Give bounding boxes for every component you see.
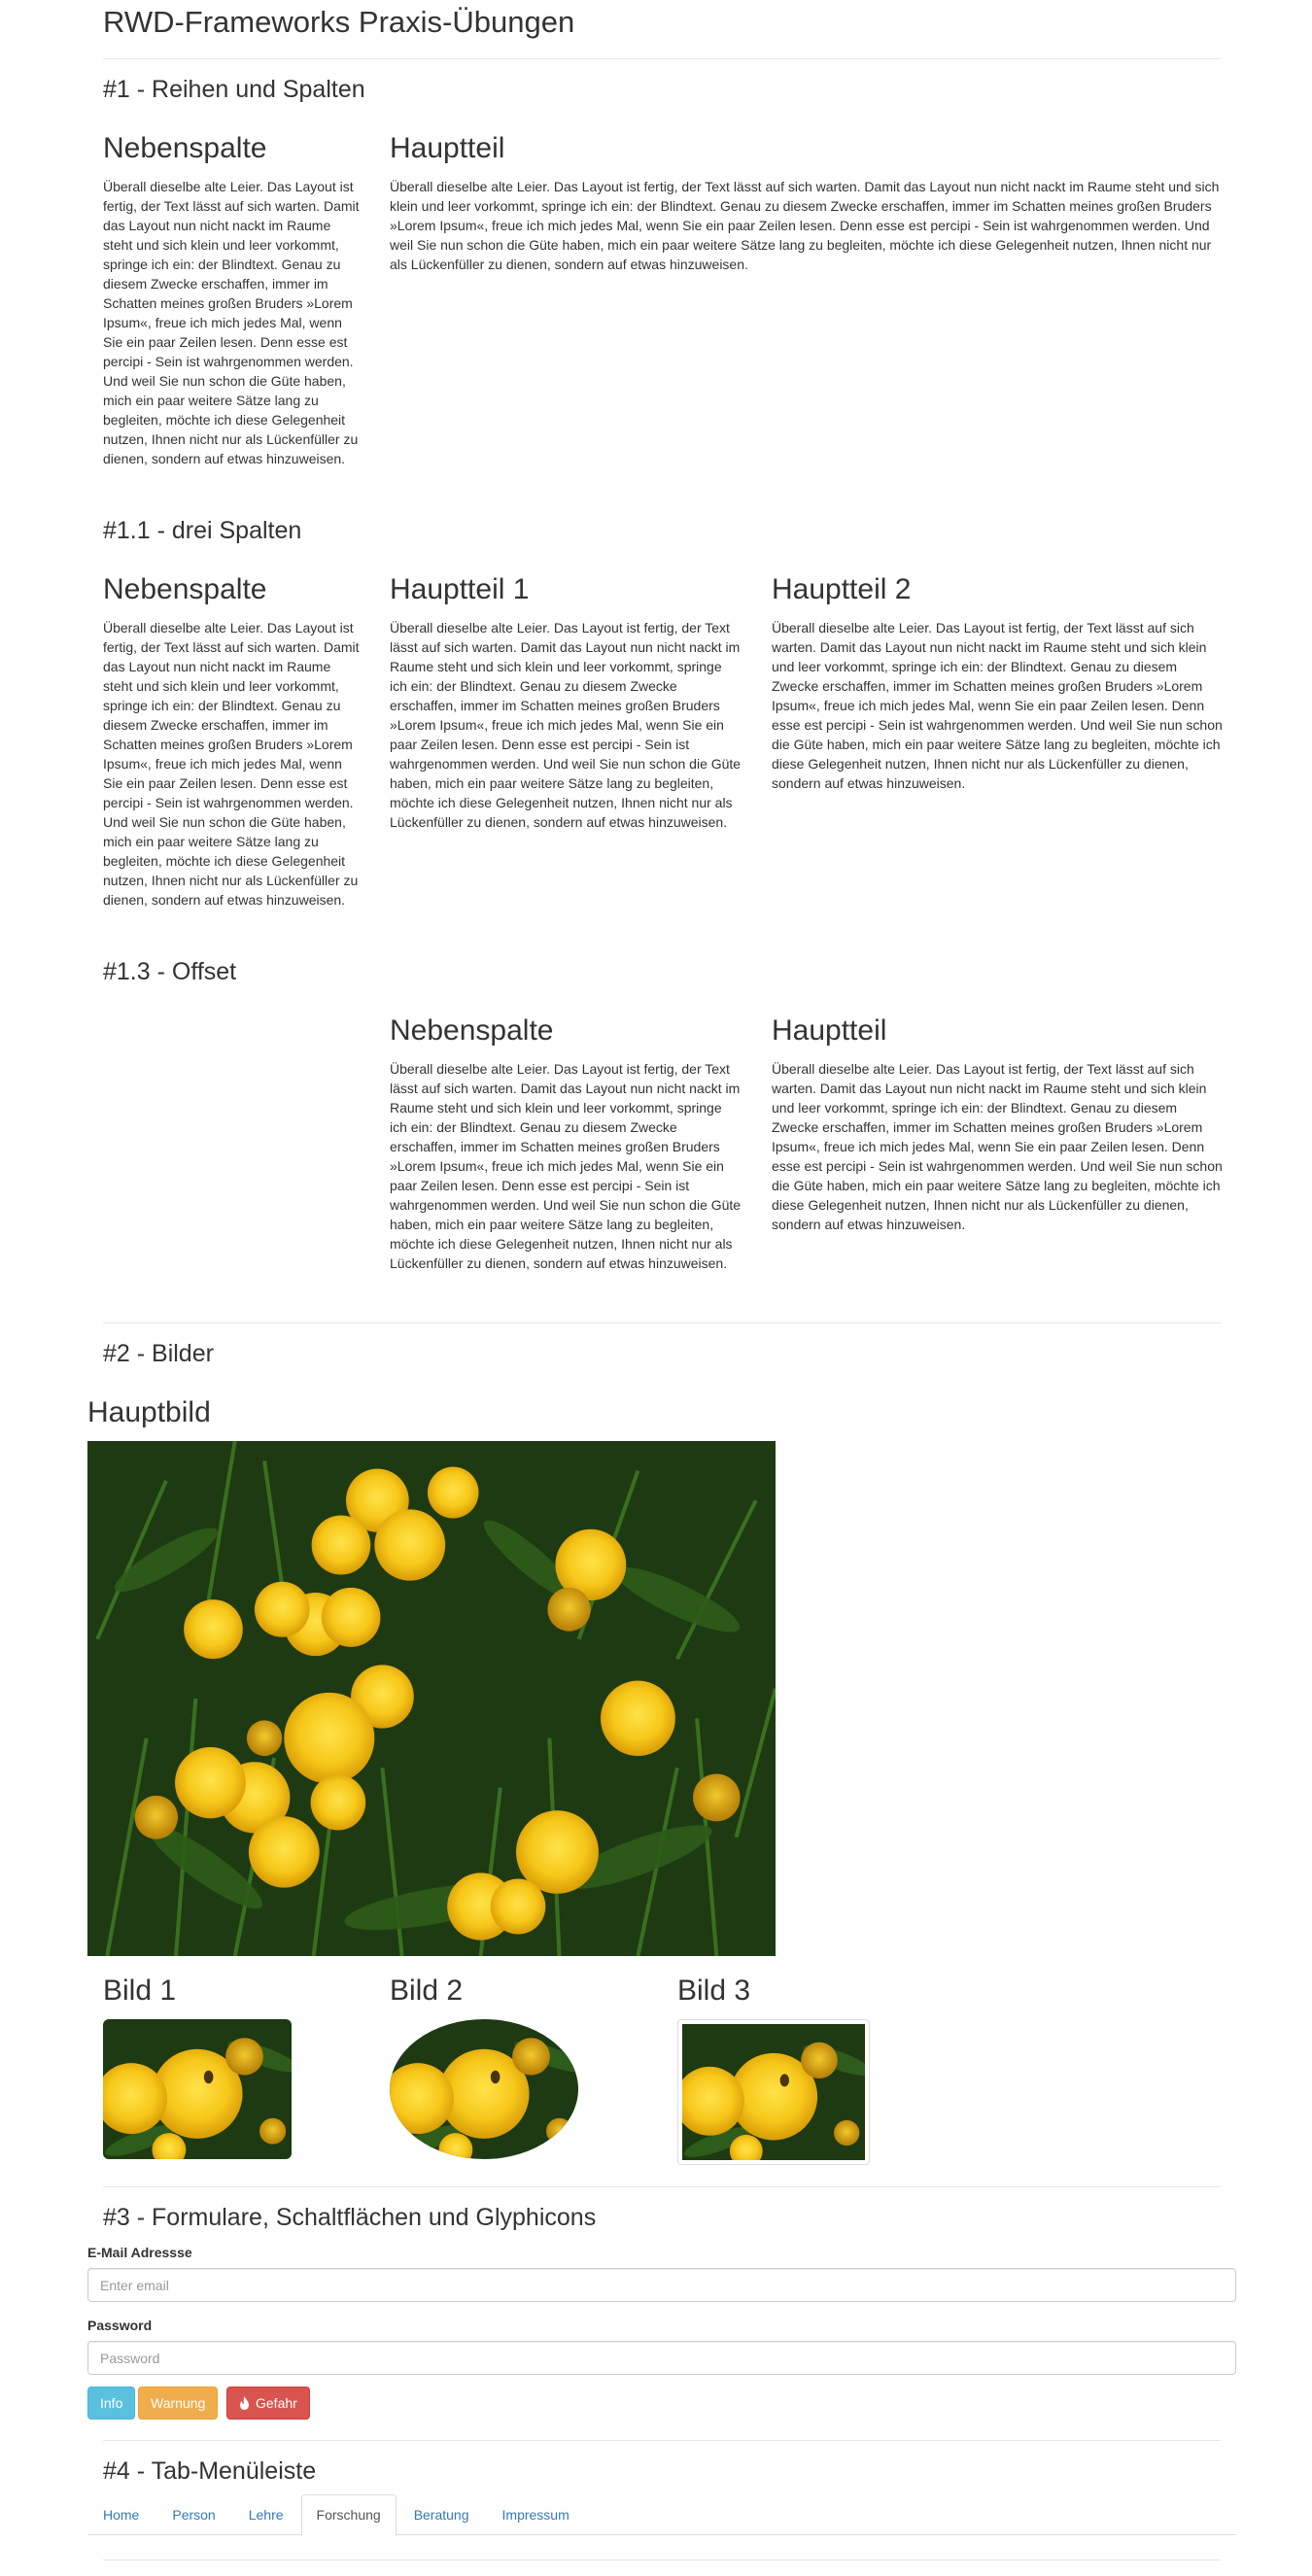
tab-home[interactable]: Home bbox=[87, 2494, 155, 2535]
divider bbox=[103, 2440, 1221, 2441]
thumb-3-heading: Bild 3 bbox=[677, 1975, 751, 2007]
section-1-title: #1 - Reihen und Spalten bbox=[103, 76, 365, 103]
section-11-col2-text: Überall dieselbe alte Leier. Das Layout … bbox=[390, 620, 742, 830]
info-button-label: Info bbox=[100, 2395, 123, 2411]
danger-button[interactable]: Gefahr bbox=[226, 2387, 310, 2420]
section-3-title: #3 - Formulare, Schaltflächen und Glyphi… bbox=[103, 2204, 597, 2231]
section-11-col3-text: Überall dieselbe alte Leier. Das Layout … bbox=[772, 620, 1223, 791]
email-field[interactable] bbox=[87, 2268, 1236, 2302]
warning-button-label: Warnung bbox=[151, 2395, 206, 2411]
tab-person[interactable]: Person bbox=[156, 2494, 230, 2535]
divider bbox=[103, 2559, 1221, 2560]
divider bbox=[103, 1322, 1221, 1323]
thumb-bordered-image bbox=[677, 2019, 870, 2165]
section-11-col1-heading: Nebenspalte bbox=[103, 573, 267, 605]
section-11-title: #1.1 - drei Spalten bbox=[103, 517, 302, 544]
divider bbox=[103, 2186, 1221, 2187]
section-1-col1-text: Überall dieselbe alte Leier. Das Layout … bbox=[103, 179, 360, 466]
section-11-col2-heading: Hauptteil 1 bbox=[390, 573, 530, 605]
thumb-rounded-image bbox=[103, 2019, 292, 2159]
page-title: RWD-Frameworks Praxis-Übungen bbox=[103, 5, 575, 39]
tab-bar: Home Person Lehre Forschung Beratung Imp… bbox=[87, 2494, 1236, 2536]
divider bbox=[103, 58, 1221, 59]
info-button[interactable]: Info bbox=[87, 2387, 136, 2420]
section-4-title: #4 - Tab-Menüleiste bbox=[103, 2457, 317, 2485]
section-13-col2-text: Überall dieselbe alte Leier. Das Layout … bbox=[772, 1061, 1223, 1232]
section-13-col1-heading: Nebenspalte bbox=[390, 1014, 554, 1047]
section-11-col3-heading: Hauptteil 2 bbox=[772, 573, 912, 605]
section-13-title: #1.3 - Offset bbox=[103, 958, 237, 985]
danger-button-label: Gefahr bbox=[256, 2395, 297, 2411]
main-image-heading: Hauptbild bbox=[87, 1396, 211, 1428]
password-label: Password bbox=[87, 2318, 153, 2333]
tab-beratung[interactable]: Beratung bbox=[398, 2494, 485, 2535]
thumb-2-heading: Bild 2 bbox=[390, 1975, 464, 2007]
email-label: E-Mail Adressse bbox=[87, 2245, 192, 2260]
section-1-col2-heading: Hauptteil bbox=[390, 132, 505, 164]
warning-button[interactable]: Warnung bbox=[138, 2387, 219, 2420]
section-13-col1-text: Überall dieselbe alte Leier. Das Layout … bbox=[390, 1061, 742, 1271]
section-11-col1-text: Überall dieselbe alte Leier. Das Layout … bbox=[103, 620, 360, 908]
thumb-circle-image bbox=[390, 2019, 578, 2159]
section-1-col1-heading: Nebenspalte bbox=[103, 132, 267, 164]
fire-icon bbox=[239, 2396, 250, 2410]
tab-forschung[interactable]: Forschung bbox=[300, 2494, 397, 2536]
section-13-col2-heading: Hauptteil bbox=[772, 1014, 887, 1047]
password-field[interactable] bbox=[87, 2341, 1236, 2375]
section-1-col2-text: Überall dieselbe alte Leier. Das Layout … bbox=[390, 179, 1220, 272]
tab-lehre[interactable]: Lehre bbox=[233, 2494, 299, 2535]
main-image-dandelions bbox=[87, 1441, 776, 1956]
thumb-1-heading: Bild 1 bbox=[103, 1975, 177, 2007]
tab-impressum[interactable]: Impressum bbox=[487, 2494, 585, 2535]
section-2-title: #2 - Bilder bbox=[103, 1340, 214, 1367]
